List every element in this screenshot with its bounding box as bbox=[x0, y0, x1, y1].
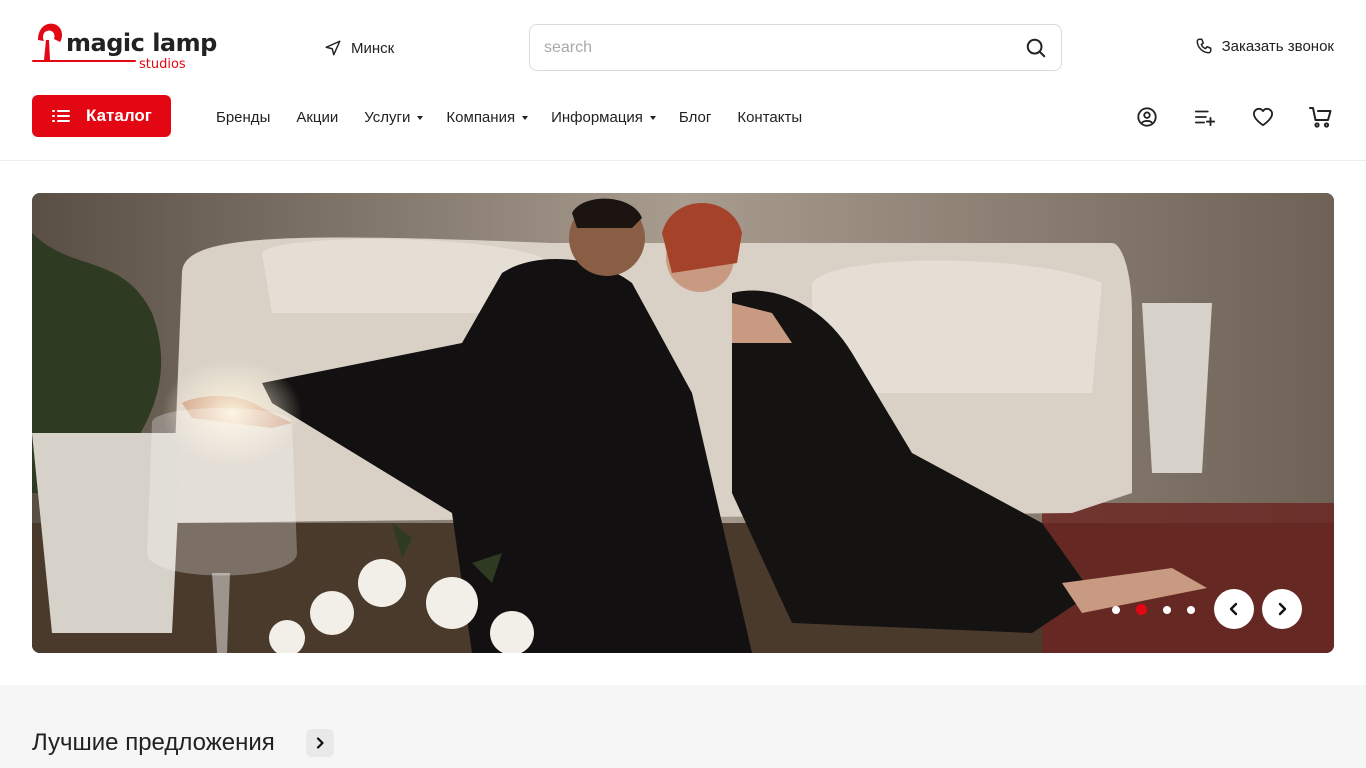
user-actions bbox=[1134, 104, 1334, 130]
city-label: Минск bbox=[351, 39, 395, 57]
nav-item-company[interactable]: Компания bbox=[446, 108, 529, 126]
best-offers-section: Лучшие предложения bbox=[0, 685, 1366, 768]
caret-down-icon bbox=[522, 115, 529, 120]
user-icon bbox=[1137, 107, 1157, 127]
nav-item-sales[interactable]: Акции bbox=[296, 109, 338, 126]
location-arrow-icon bbox=[325, 40, 341, 56]
city-selector[interactable]: Минск bbox=[324, 37, 394, 59]
nav-item-label: Контакты bbox=[737, 108, 803, 126]
phone-icon bbox=[1196, 38, 1212, 54]
chevron-right-icon bbox=[1278, 602, 1287, 616]
logo-text: magic lamp bbox=[66, 29, 217, 57]
nav-item-label: Услуги bbox=[364, 108, 411, 126]
site-header: magic lamp studios Минск Заказать звонок… bbox=[0, 0, 1366, 161]
compare-button[interactable] bbox=[1192, 104, 1218, 130]
logo-underline bbox=[32, 60, 136, 62]
slider-dot-active[interactable] bbox=[1136, 604, 1147, 615]
favorites-button[interactable] bbox=[1250, 104, 1276, 130]
account-button[interactable] bbox=[1134, 104, 1160, 130]
search-box bbox=[529, 24, 1062, 71]
cart-icon bbox=[1309, 107, 1332, 128]
nav-item-contacts[interactable]: Контакты bbox=[737, 109, 802, 126]
section-more-button[interactable] bbox=[306, 729, 334, 757]
chevron-right-icon bbox=[316, 737, 324, 749]
caret-down-icon bbox=[417, 115, 424, 120]
nav-item-information[interactable]: Информация bbox=[551, 109, 656, 126]
nav-item-label: Акции bbox=[296, 108, 339, 126]
slider-dot[interactable] bbox=[1163, 605, 1171, 614]
caret-down-icon bbox=[649, 115, 656, 120]
main-nav: Бренды Акции Услуги Компания Информация … bbox=[216, 106, 802, 128]
callback-link[interactable]: Заказать звонок bbox=[1195, 37, 1334, 55]
search-icon[interactable] bbox=[1025, 37, 1047, 59]
cart-button[interactable] bbox=[1308, 104, 1334, 130]
callback-label: Заказать звонок bbox=[1221, 37, 1334, 55]
nav-item-blog[interactable]: Блог bbox=[679, 109, 711, 126]
heart-icon bbox=[1252, 107, 1273, 127]
chevron-left-icon bbox=[1229, 602, 1238, 616]
slider-dots bbox=[1112, 604, 1195, 615]
nav-item-label: Информация bbox=[551, 108, 643, 126]
catalog-button[interactable]: Каталог bbox=[32, 95, 171, 137]
search-input[interactable] bbox=[544, 25, 1014, 70]
logo[interactable]: magic lamp studios bbox=[32, 20, 217, 76]
catalog-label: Каталог bbox=[86, 106, 152, 125]
lamp-logo-icon bbox=[36, 23, 62, 62]
compare-list-icon bbox=[1194, 110, 1216, 127]
nav-item-label: Компания bbox=[446, 108, 516, 126]
hero-slider[interactable] bbox=[32, 193, 1334, 653]
list-icon bbox=[52, 110, 70, 122]
slider-dot[interactable] bbox=[1187, 605, 1195, 614]
nav-item-label: Блог bbox=[678, 108, 712, 126]
slider-next-button[interactable] bbox=[1262, 589, 1302, 629]
section-title: Лучшие предложения bbox=[32, 729, 275, 756]
nav-item-services[interactable]: Услуги bbox=[364, 108, 424, 126]
slide-image bbox=[32, 193, 1334, 653]
slider-prev-button[interactable] bbox=[1214, 589, 1254, 629]
nav-item-label: Бренды bbox=[216, 108, 271, 126]
nav-item-brands[interactable]: Бренды bbox=[216, 109, 270, 126]
logo-subtext: studios bbox=[139, 57, 186, 72]
slider-dot[interactable] bbox=[1112, 605, 1120, 614]
